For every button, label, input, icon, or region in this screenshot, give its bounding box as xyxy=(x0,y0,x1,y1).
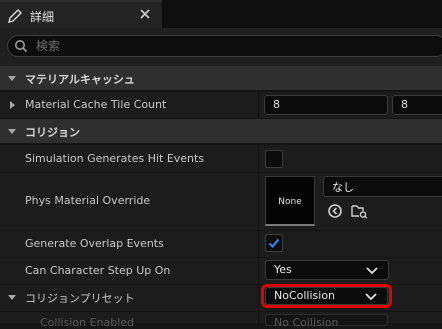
dropdown-value: Yes xyxy=(274,263,292,276)
collapse-arrow-icon[interactable] xyxy=(8,129,16,134)
asset-picker-value: なし xyxy=(332,181,354,194)
expand-arrow-icon[interactable] xyxy=(10,101,15,109)
dropdown-value: NoCollision xyxy=(274,289,336,302)
search-icon xyxy=(15,40,28,53)
chevron-down-icon xyxy=(365,293,377,301)
column-divider[interactable] xyxy=(258,145,259,323)
asset-picker-dropdown[interactable]: なし xyxy=(323,176,442,197)
close-icon[interactable] xyxy=(138,7,152,21)
use-selected-asset-icon[interactable] xyxy=(350,203,368,219)
overlap-events-checkbox[interactable] xyxy=(265,234,283,252)
checkmark-icon xyxy=(268,238,280,249)
tile-count-x-field[interactable]: 8 xyxy=(264,95,388,115)
asset-thumbnail[interactable]: None xyxy=(265,176,315,226)
collapse-arrow-icon[interactable] xyxy=(8,76,16,81)
browse-to-asset-icon[interactable] xyxy=(327,203,343,219)
property-label: Material Cache Tile Count xyxy=(25,98,167,111)
property-label: Simulation Generates Hit Events xyxy=(25,152,205,165)
details-icon xyxy=(8,9,22,23)
tab-details[interactable]: 詳細 xyxy=(0,0,162,28)
collision-presets-dropdown[interactable]: NoCollision xyxy=(265,287,388,305)
step-up-on-dropdown[interactable]: Yes xyxy=(265,260,389,280)
chevron-down-icon xyxy=(366,267,378,275)
hit-events-checkbox[interactable] xyxy=(265,150,283,168)
row-value-area xyxy=(258,145,442,172)
property-label: Phys Material Override xyxy=(25,194,151,207)
property-label: Can Character Step Up On xyxy=(25,264,171,277)
category-label: コリジョン xyxy=(25,126,80,139)
column-divider[interactable] xyxy=(258,92,259,118)
tab-title: 詳細 xyxy=(30,10,55,24)
property-label: Generate Overlap Events xyxy=(25,237,164,250)
property-label: コリジョンプリセット xyxy=(25,292,135,305)
row-value-area xyxy=(258,231,442,257)
search-input[interactable] xyxy=(36,37,416,55)
category-label: マテリアルキャッシュ xyxy=(25,73,135,86)
tile-count-y-field[interactable]: 8 xyxy=(392,95,442,115)
collision-enabled-dropdown: No Collision xyxy=(265,314,388,329)
collapse-arrow-icon[interactable] xyxy=(8,295,16,300)
